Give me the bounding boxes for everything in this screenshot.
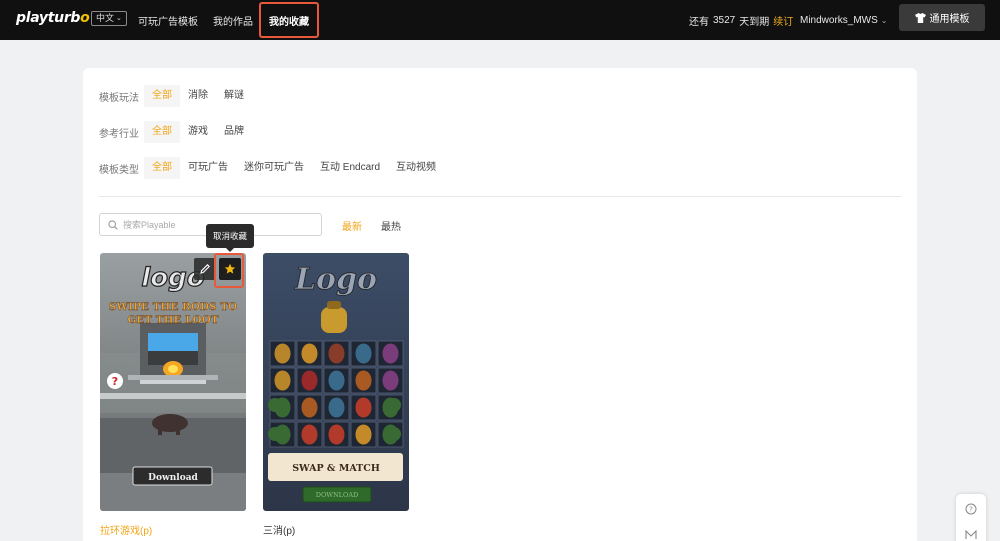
filter-label: 模板玩法 [99, 92, 139, 104]
filter-row-gameplay: 模板玩法 全部 消除 解谜 [99, 85, 252, 107]
card-download-label: DOWNLOAD [316, 491, 358, 499]
filter-option-all[interactable]: 全部 [144, 85, 180, 107]
subscription-info: 还有 3527 天到期 续订 [689, 13, 794, 28]
card-download-label: Download [148, 473, 198, 483]
filter-row-industry: 参考行业 全部 游戏 品牌 [99, 121, 252, 143]
user-menu[interactable]: Mindworks_MWS ⌄ [800, 0, 888, 40]
tooltip-unfavorite: 取消收藏 [206, 224, 254, 252]
filter-option-puzzle[interactable]: 解谜 [216, 85, 252, 107]
sort-hottest[interactable]: 最热 [381, 218, 401, 233]
template-card-title[interactable]: 三消(p) [263, 522, 295, 537]
card-headline-2: GET THE LOOT [127, 314, 219, 326]
svg-text:?: ? [112, 375, 118, 388]
template-card-thumbnail[interactable]: logo SWIPE THE RODS TO GET THE LOOT ? Do… [100, 253, 246, 511]
card-logo-text: Logo [294, 262, 377, 297]
floating-help-panel: ? [956, 494, 986, 541]
filter-option-mini-playable[interactable]: 迷你可玩广告 [236, 157, 312, 179]
card-preview-image: Logo SWAP & MATCH DOWNLOAD [263, 253, 409, 511]
edit-button[interactable] [194, 258, 216, 280]
favorite-highlight-frame [214, 253, 244, 288]
mail-icon[interactable] [965, 530, 977, 540]
help-circle-icon[interactable]: ? [965, 503, 977, 515]
nav-my-works[interactable]: 我的作品 [213, 0, 253, 40]
template-card-title[interactable]: 拉环游戏(p) [100, 522, 152, 537]
filter-option-match[interactable]: 消除 [180, 85, 216, 107]
card-banner-label: SWAP & MATCH [292, 463, 380, 474]
chevron-down-icon: ⌄ [880, 15, 888, 25]
card-preview-image: logo SWIPE THE RODS TO GET THE LOOT ? Do… [100, 253, 246, 511]
general-template-button[interactable]: 通用模板 [899, 4, 985, 31]
filter-option-all[interactable]: 全部 [144, 157, 180, 179]
top-navigation-bar: playturb o 中文 ⌄ 可玩广告模板 我的作品 我的收藏 还有 3527 … [0, 0, 1000, 40]
filter-label: 模板类型 [99, 164, 139, 176]
chevron-down-icon: ⌄ [116, 15, 122, 22]
filter-option-video[interactable]: 互动视频 [388, 157, 444, 179]
nav-playable-templates[interactable]: 可玩广告模板 [138, 0, 198, 40]
filter-option-playable-ad[interactable]: 可玩广告 [180, 157, 236, 179]
filter-option-endcard[interactable]: 互动 Endcard [312, 157, 388, 179]
pencil-icon [200, 264, 210, 274]
search-icon [108, 219, 118, 230]
divider [99, 196, 901, 197]
filter-row-type: 模板类型 全部 可玩广告 迷你可玩广告 互动 Endcard 互动视频 [99, 157, 444, 179]
renew-link[interactable]: 续订 [773, 13, 793, 28]
card-headline-1: SWIPE THE RODS TO [109, 301, 237, 313]
sort-newest[interactable]: 最新 [342, 218, 362, 233]
filter-option-brand[interactable]: 品牌 [216, 121, 252, 143]
filter-option-game[interactable]: 游戏 [180, 121, 216, 143]
playturbo-logo[interactable]: playturb o [16, 10, 90, 26]
filter-option-all[interactable]: 全部 [144, 121, 180, 143]
main-panel: 模板玩法 全部 消除 解谜 参考行业 全部 游戏 品牌 模板类型 全部 可玩广告… [83, 68, 917, 541]
svg-text:?: ? [969, 506, 973, 514]
language-select[interactable]: 中文 ⌄ [91, 11, 127, 26]
shirt-icon [914, 12, 926, 23]
nav-highlight-frame [259, 2, 319, 38]
filter-label: 参考行业 [99, 128, 139, 140]
template-card-thumbnail[interactable]: Logo SWAP & MATCH DOWNLOAD [263, 253, 409, 511]
